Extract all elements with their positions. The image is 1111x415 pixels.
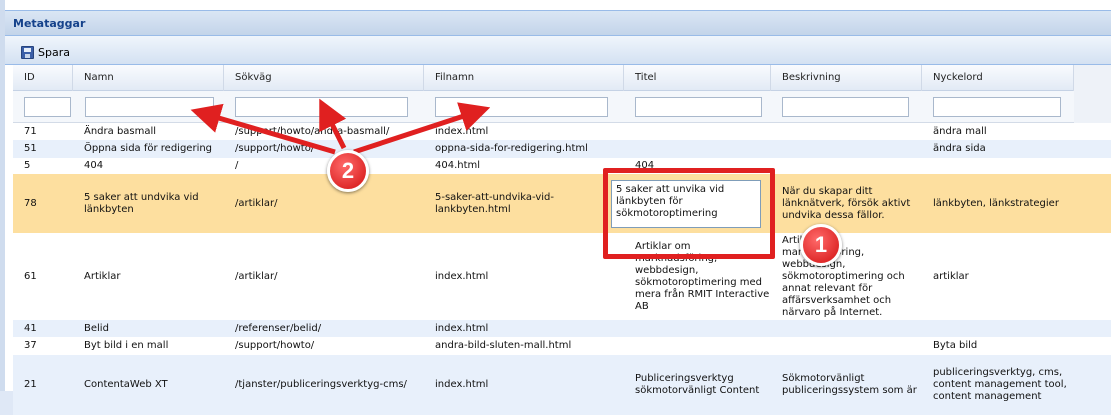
arrow-to-sokvag-filter (319, 98, 347, 150)
arrow-to-filnamn-filter (353, 102, 491, 155)
arrow-to-namn-filter (190, 103, 336, 155)
annotation-arrows (190, 98, 491, 155)
metatags-panel: Metataggar Spara ID Namn Sökväg Filnamn … (0, 0, 1111, 415)
annotation-badge-2: 2 (327, 150, 369, 192)
annotation-badge-1: 1 (800, 224, 842, 266)
